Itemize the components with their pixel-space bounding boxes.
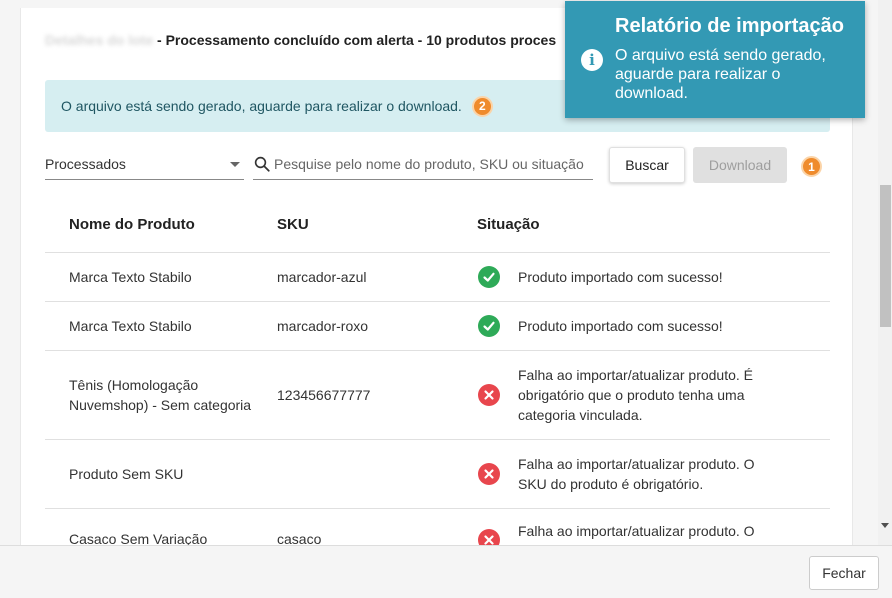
status-message: Produto importado com sucesso! — [518, 268, 723, 285]
table-row: Marca Texto Stabilo marcador-roxo Produt… — [45, 301, 830, 351]
status-message: Falha ao importar/atualizar produto. É o… — [518, 366, 754, 423]
sku-cell: 123456677777 — [277, 350, 477, 440]
scroll-down-arrow-icon[interactable] — [881, 523, 889, 528]
search-field[interactable] — [253, 152, 593, 180]
product-name-cell: Produto Sem SKU — [45, 439, 277, 509]
product-name-cell: Tênis (Homologação Nuvemshop) - Sem cate… — [45, 350, 277, 440]
error-circle-icon — [478, 383, 500, 406]
results-table: Nome do Produto SKU Situação Marca Texto… — [45, 198, 830, 545]
info-icon: i — [581, 49, 603, 71]
sku-cell: marcador-roxo — [277, 301, 477, 351]
toast-message: O arquivo está sendo gerado, aguarde par… — [615, 47, 826, 102]
column-header-product-name: Nome do Produto — [45, 198, 277, 253]
import-details-page: Detalhes do lote - Processamento concluí… — [0, 0, 878, 545]
product-name-cell: Marca Texto Stabilo — [45, 252, 277, 302]
import-report-toast: i Relatório de importação O arquivo está… — [565, 1, 865, 118]
vertical-scrollbar[interactable] — [878, 0, 892, 545]
alert-message: O arquivo está sendo gerado, aguarde par… — [61, 98, 462, 114]
close-button[interactable]: Fechar — [809, 556, 879, 590]
step-badge-1: 1 — [801, 156, 822, 177]
status-cell: Produto importado com sucesso! — [477, 301, 830, 351]
search-icon — [254, 156, 270, 172]
column-header-sku: SKU — [277, 198, 477, 253]
table-header-row: Nome do Produto SKU Situação — [45, 198, 830, 253]
sku-cell: marcador-azul — [277, 252, 477, 302]
page-title: Detalhes do lote - Processamento concluí… — [45, 32, 556, 48]
status-message: Falha ao importar/atualizar produto. O S… — [518, 455, 755, 492]
product-name-cell: Casaco Sem Variação — [45, 508, 277, 545]
status-cell: Produto importado com sucesso! — [477, 252, 830, 302]
status-message: Produto importado com sucesso! — [518, 317, 723, 334]
toast-title: Relatório de importação — [615, 15, 844, 37]
table-row: Produto Sem SKU Falha ao importar/atuali… — [45, 439, 830, 509]
sku-cell: casaco — [277, 508, 477, 545]
sku-cell — [277, 439, 477, 509]
caret-down-icon — [230, 162, 240, 167]
status-cell: Falha ao importar/atualizar produto. O — [477, 508, 830, 545]
processing-summary: - Processamento concluído com alerta - 1… — [157, 32, 557, 48]
product-name-cell: Marca Texto Stabilo — [45, 301, 277, 351]
status-message: Falha ao importar/atualizar produto. O — [518, 522, 755, 539]
column-header-status: Situação — [477, 198, 830, 253]
search-input[interactable] — [274, 156, 589, 172]
status-filter-select[interactable]: Processados — [45, 152, 244, 180]
blurred-title-prefix: Detalhes do lote — [45, 32, 154, 48]
status-cell: Falha ao importar/atualizar produto. É o… — [477, 350, 830, 440]
download-button[interactable]: Download — [693, 147, 787, 183]
status-filter-value: Processados — [45, 156, 126, 172]
check-circle-icon — [478, 314, 500, 337]
table-row: Tênis (Homologação Nuvemshop) - Sem cate… — [45, 350, 830, 440]
modal-footer: Fechar — [0, 545, 892, 598]
search-button[interactable]: Buscar — [609, 147, 685, 183]
scrollbar-thumb[interactable] — [880, 185, 891, 327]
error-circle-icon — [478, 462, 500, 485]
error-circle-icon — [478, 528, 500, 545]
table-row: Casaco Sem Variação casaco Falha ao impo… — [45, 508, 830, 545]
check-circle-icon — [478, 265, 500, 288]
status-cell: Falha ao importar/atualizar produto. O S… — [477, 439, 830, 509]
step-badge-2: 2 — [471, 95, 493, 117]
table-row: Marca Texto Stabilo marcador-azul Produt… — [45, 252, 830, 302]
